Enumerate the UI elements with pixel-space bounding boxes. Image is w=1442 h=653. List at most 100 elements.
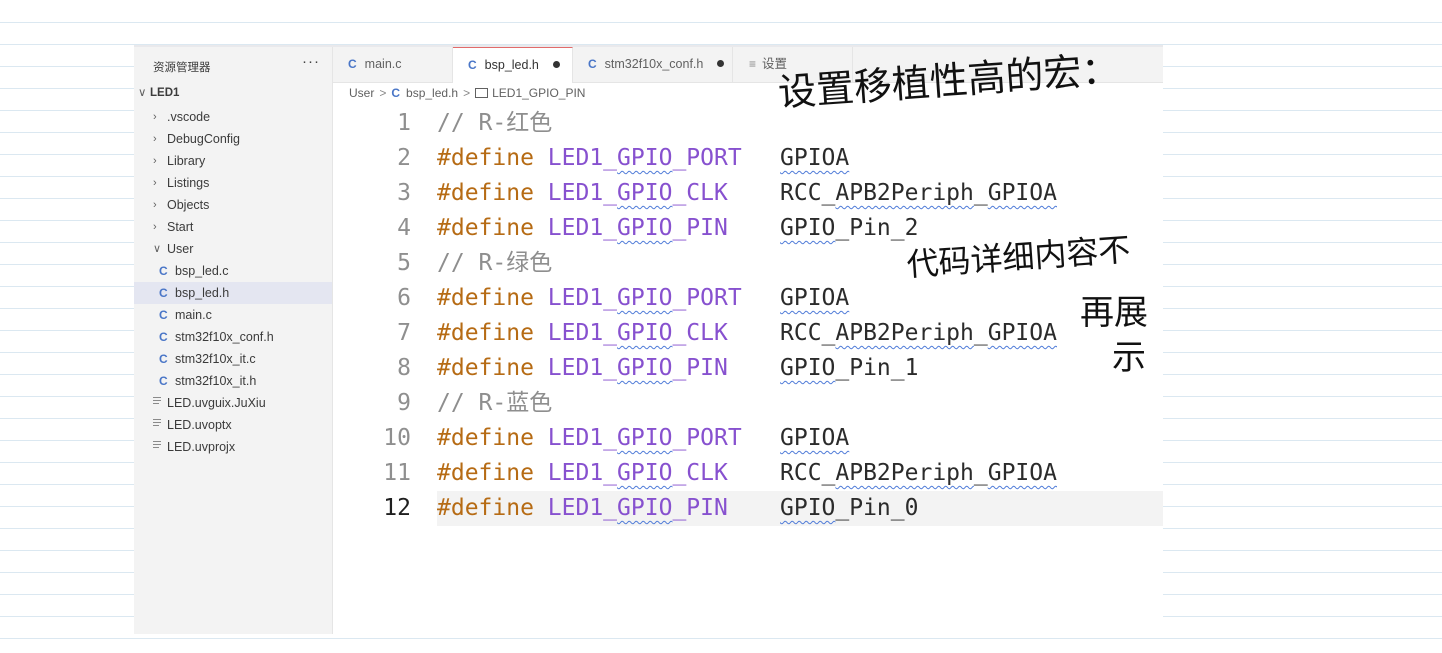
tree-file[interactable]: Cstm32f10x_it.h: [134, 370, 332, 392]
tree-item-label: Objects: [167, 198, 210, 212]
code-editor[interactable]: 1 // R-红色 2 #define LED1_GPIO_PORT GPIOA 3 #de…: [333, 106, 1163, 526]
code-macro: LED1_GPIO_PIN: [547, 355, 728, 381]
line-number: 1: [397, 110, 411, 136]
spelling-squiggle: GPIO: [617, 215, 673, 241]
tree-file[interactable]: Cmain.c: [134, 304, 332, 326]
code-comment: // R-红色: [437, 110, 553, 136]
code-text: // R-蓝色: [437, 386, 552, 421]
tree-folder[interactable]: › DebugConfig: [134, 128, 332, 150]
line-number: 12: [383, 495, 411, 521]
spelling-squiggle: APB2Periph: [835, 320, 974, 346]
breadcrumb-file[interactable]: bsp_led.h: [406, 86, 458, 100]
code-text: #define LED1_GPIO_PORT: [437, 421, 742, 456]
chevron-down-icon: ∨: [153, 243, 162, 255]
spelling-squiggle: GPIOA: [987, 180, 1057, 206]
code-macro: LED1_GPIO_CLK: [547, 320, 728, 346]
workspace-root-folder[interactable]: ∨ LED1: [138, 85, 179, 99]
unsaved-dot-icon[interactable]: [552, 61, 560, 69]
code-value: RCC_APB2Periph_GPIOA: [780, 460, 1057, 486]
code-text: #define LED1_GPIO_CLK: [437, 316, 728, 351]
code-keyword: #define: [437, 495, 534, 521]
code-keyword: #define: [437, 180, 534, 206]
c-file-icon: C: [468, 58, 477, 72]
tree-item-label: User: [167, 242, 194, 256]
breadcrumb-symbol[interactable]: LED1_GPIO_PIN: [492, 86, 585, 100]
code-comment: // R-绿色: [437, 250, 553, 276]
spelling-squiggle: GPIOA: [987, 460, 1057, 486]
code-value: GPIOA: [780, 281, 849, 316]
tree-file[interactable]: Cstm32f10x_conf.h: [134, 326, 332, 348]
code-text: #define LED1_GPIO_PIN: [437, 351, 728, 386]
editor-tab[interactable]: Cstm32f10x_conf.h: [573, 47, 733, 82]
chevron-right-icon: ›: [153, 133, 157, 145]
code-line[interactable]: 9 // R-蓝色: [333, 386, 1163, 421]
code-value: RCC_APB2Periph_GPIOA: [780, 180, 1057, 206]
breadcrumb-folder[interactable]: User: [349, 86, 374, 100]
chevron-right-icon: ›: [153, 155, 157, 167]
code-text: #define LED1_GPIO_PORT: [437, 281, 742, 316]
code-value: GPIOA: [780, 421, 849, 456]
tree-folder[interactable]: › Listings: [134, 172, 332, 194]
symbol-constant-icon: [475, 87, 489, 98]
chevron-right-icon: ›: [153, 111, 157, 123]
code-line[interactable]: 10 #define LED1_GPIO_PORT GPIOA: [333, 421, 1163, 456]
spelling-squiggle: GPIO: [780, 355, 836, 381]
tree-item-label: main.c: [175, 308, 212, 322]
code-comment: // R-蓝色: [437, 390, 553, 416]
code-line[interactable]: 8 #define LED1_GPIO_PIN GPIO_Pin_1: [333, 351, 1163, 386]
root-folder-label: LED1: [150, 87, 180, 99]
code-line[interactable]: 7 #define LED1_GPIO_CLK RCC_APB2Periph_GPI…: [333, 316, 1163, 351]
spelling-squiggle: GPIOA: [780, 145, 850, 171]
tree-item-label: DebugConfig: [167, 132, 240, 146]
tree-file[interactable]: LED.uvprojx: [134, 436, 332, 458]
code-line[interactable]: 12 #define LED1_GPIO_PIN GPIO_Pin_0: [333, 491, 1163, 526]
tab-label: main.c: [364, 57, 402, 71]
tab-label: stm32f10x_conf.h: [604, 57, 704, 71]
tree-folder[interactable]: › Start: [134, 216, 332, 238]
tree-file[interactable]: LED.uvoptx: [134, 414, 332, 436]
line-number: 11: [383, 460, 411, 486]
line-number: 4: [397, 215, 411, 241]
code-line[interactable]: 11 #define LED1_GPIO_CLK RCC_APB2Periph_GP…: [333, 456, 1163, 491]
editor-tab[interactable]: Cbsp_led.h: [453, 47, 573, 83]
code-keyword: #define: [437, 425, 534, 451]
c-file-icon: C: [159, 352, 168, 366]
tree-file[interactable]: LED.uvguix.JuXiu: [134, 392, 332, 414]
code-text: // R-绿色: [437, 246, 552, 281]
spelling-squiggle: GPIO: [780, 215, 836, 241]
chevron-right-icon: ›: [153, 221, 157, 233]
unsaved-dot-icon[interactable]: [717, 60, 725, 68]
tree-item-label: Listings: [167, 176, 210, 190]
tree-folder[interactable]: ∨ User: [134, 238, 332, 260]
tree-file[interactable]: Cstm32f10x_it.c: [134, 348, 332, 370]
code-keyword: #define: [437, 320, 534, 346]
breadcrumb: User > Cbsp_led.h > LED1_GPIO_PIN: [349, 86, 585, 100]
code-value: GPIO_Pin_2: [780, 215, 919, 241]
spelling-squiggle: GPIO: [617, 145, 673, 171]
handwritten-note-side-3: 示: [1112, 338, 1146, 378]
code-line[interactable]: 1 // R-红色: [333, 106, 1163, 141]
code-line[interactable]: 3 #define LED1_GPIO_CLK RCC_APB2Periph_GPI…: [333, 176, 1163, 211]
more-actions-icon[interactable]: ···: [302, 53, 320, 70]
spelling-squiggle: GPIOA: [780, 425, 850, 451]
tree-folder[interactable]: › .vscode: [134, 106, 332, 128]
code-line[interactable]: 6 #define LED1_GPIO_PORT GPIOA: [333, 281, 1163, 316]
c-file-icon: C: [588, 57, 597, 71]
editor-tab[interactable]: Cmain.c: [333, 47, 453, 82]
tree-folder[interactable]: › Library: [134, 150, 332, 172]
c-file-icon: C: [159, 374, 168, 388]
code-text: #define LED1_GPIO_CLK: [437, 176, 728, 211]
code-text: // R-红色: [437, 106, 552, 141]
code-macro: LED1_GPIO_PORT: [547, 145, 742, 171]
tab-label: bsp_led.h: [484, 58, 539, 72]
code-line[interactable]: 2 #define LED1_GPIO_PORT GPIOA: [333, 141, 1163, 176]
line-number: 2: [397, 145, 411, 171]
tree-folder[interactable]: › Objects: [134, 194, 332, 216]
tree-file[interactable]: Cbsp_led.h: [134, 282, 332, 304]
code-text: #define LED1_GPIO_PIN: [437, 491, 728, 526]
c-file-icon: C: [159, 308, 168, 322]
spelling-squiggle: APB2Periph: [835, 460, 974, 486]
tree-file[interactable]: Cbsp_led.c: [134, 260, 332, 282]
c-file-icon: C: [159, 264, 168, 278]
line-number: 6: [397, 285, 411, 311]
